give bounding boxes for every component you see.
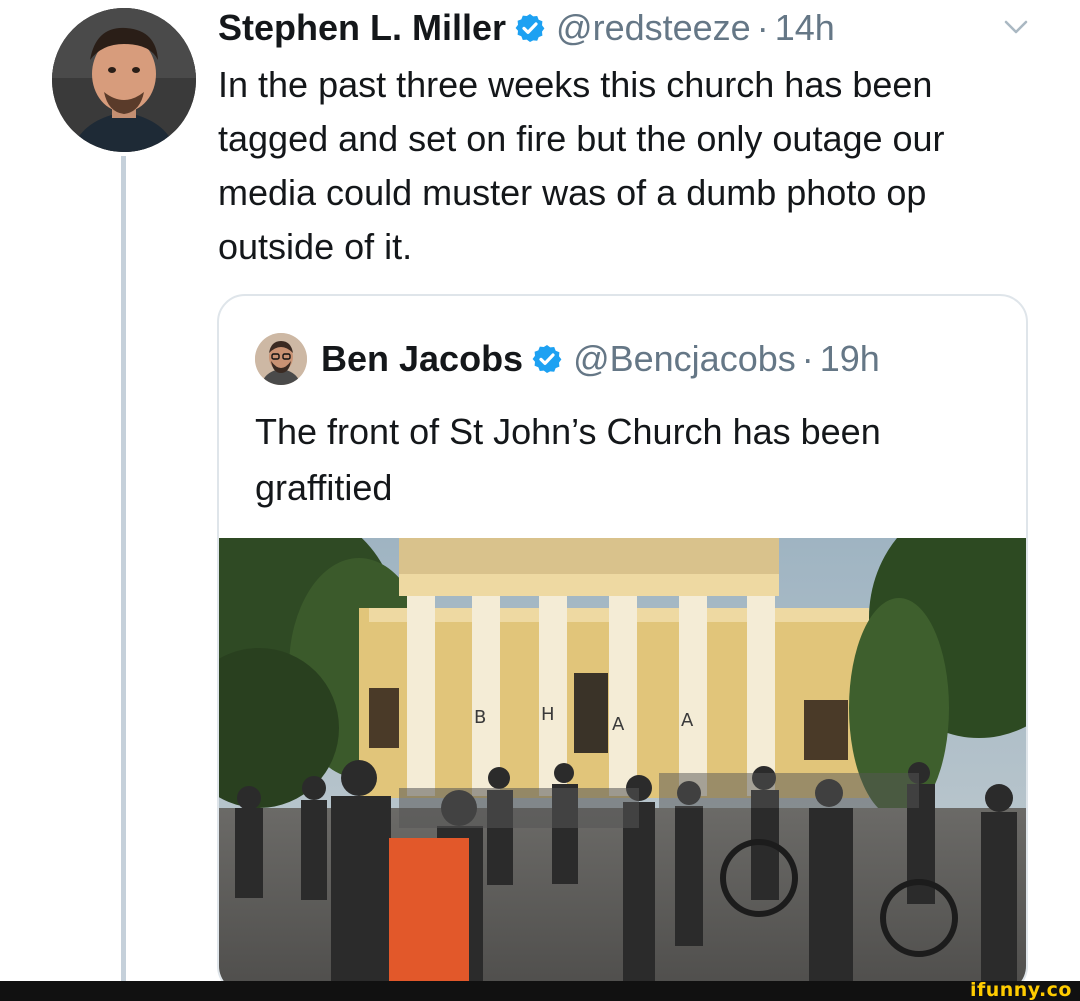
graffiti-letter: A <box>681 710 694 731</box>
tweet-header: Stephen L. Miller @redsteeze · 14h <box>218 4 835 52</box>
author-avatar[interactable] <box>52 8 196 152</box>
graffiti-letter: A <box>612 714 625 735</box>
author-name[interactable]: Stephen L. Miller <box>218 7 506 49</box>
quoted-header-separator: · <box>801 338 814 379</box>
tweet-text: In the past three weeks this church has … <box>218 64 945 267</box>
author-handle[interactable]: @redsteeze <box>556 7 751 49</box>
ifunny-watermark-logo: ifunny.co <box>969 979 1072 1001</box>
quoted-author-handle[interactable]: @Bencjacobs <box>573 338 796 380</box>
church-photo[interactable]: B H A A <box>219 538 1028 994</box>
graffiti-letter: H <box>541 704 555 725</box>
tweet-timestamp[interactable]: 14h <box>775 7 835 49</box>
verified-badge-icon <box>532 345 562 373</box>
header-separator: · <box>756 7 769 48</box>
verified-badge-icon <box>515 14 545 42</box>
chevron-down-icon[interactable] <box>1000 16 1032 40</box>
quoted-tweet-card[interactable]: Ben Jacobs @Bencjacobs · 19h The front o… <box>217 294 1028 994</box>
quoted-tweet-timestamp[interactable]: 19h <box>820 338 880 380</box>
graffiti-letter: B <box>474 707 486 728</box>
thread-connector-line <box>121 156 126 981</box>
watermark-bar <box>0 981 1080 1001</box>
quoted-tweet-text: The front of St John’s Church has been g… <box>255 411 881 508</box>
quoted-author-avatar <box>255 333 307 385</box>
quoted-tweet-header: Ben Jacobs @Bencjacobs · 19h <box>255 332 880 386</box>
quoted-author-name[interactable]: Ben Jacobs <box>321 338 523 380</box>
